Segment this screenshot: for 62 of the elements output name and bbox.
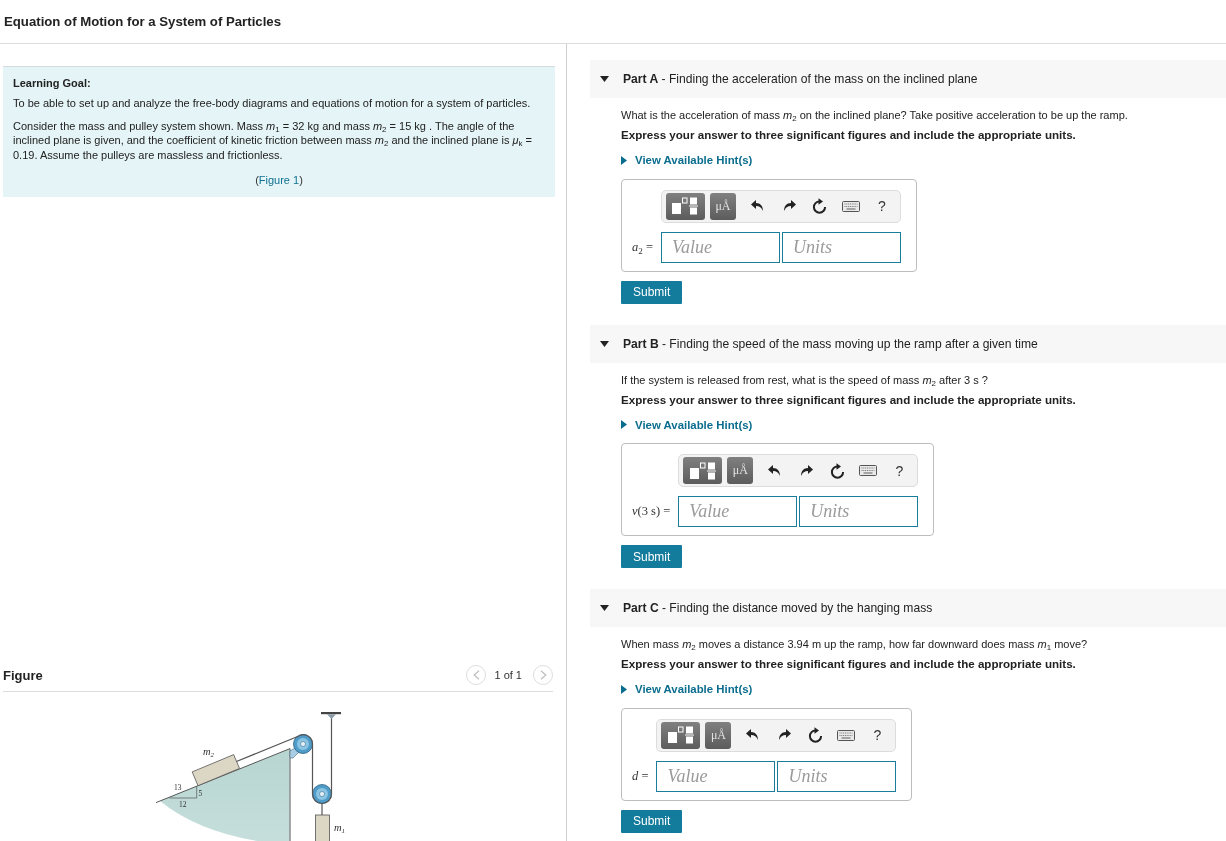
instruction-text: Express your answer to three significant figures and include the appropriate units.: [621, 127, 1077, 143]
undo-icon: [750, 200, 765, 212]
answer-variable-label: a$_{2}$ =: [632, 239, 653, 255]
part-header[interactable]: Part B - Finding the speed of the mass moving up the ramp after a given time: [590, 324, 1226, 363]
reset-icon: [807, 727, 823, 743]
learning-goal-text: Consider the mass and pulley system shown. Mass m$_{1}$ = 32 kg and mass m$_{2}$ = 15 kg . The angle of the inclined plane is given, and the coefficient of kinetic friction between mass m$_{2}$ and the inclined plane is μ$_{k}$ = 0.19. Assume the pulleys are massless and frictionless.: [13, 118, 533, 162]
instruction-text: Express your answer to three significant figures and include the appropriate units.: [621, 656, 1077, 672]
figure-reference: (Figure 1): [254, 173, 304, 188]
mass-label: m$_{2}$: [203, 746, 215, 759]
redo-icon: [799, 464, 814, 477]
hint-link[interactable]: View Available Hint(s): [621, 681, 753, 697]
template-icon: [688, 461, 717, 480]
question-text: If the system is released from rest, what is the speed of mass m$_{2}$ after 3 s ?: [621, 372, 989, 388]
units-field[interactable]: Units: [799, 496, 919, 527]
hint-link[interactable]: View Available Hint(s): [621, 152, 753, 168]
reset-icon: [829, 462, 845, 479]
help-button[interactable]: ?: [888, 459, 911, 482]
page-title: Equation of Motion for a System of Particles: [4, 14, 281, 29]
units-button[interactable]: μÅ: [705, 721, 732, 749]
units-button[interactable]: μÅ: [727, 457, 754, 484]
submit-button[interactable]: Submit: [621, 545, 683, 568]
template-icon: [666, 726, 695, 744]
figure-counter: 1 of 1: [494, 669, 522, 681]
chevron-right-icon: [539, 670, 547, 680]
figure-heading: Figure: [3, 667, 43, 683]
templates-button[interactable]: [683, 457, 723, 484]
learning-goal-heading: Learning Goal:: [13, 76, 92, 91]
answer-variable-label: d =: [632, 768, 649, 784]
keyboard-icon: [841, 200, 860, 212]
submit-button[interactable]: Submit: [621, 809, 683, 833]
hint-link[interactable]: View Available Hint(s): [621, 416, 753, 433]
undo-icon: [746, 729, 761, 741]
templates-button[interactable]: [661, 721, 701, 749]
help-button[interactable]: ?: [870, 195, 893, 217]
part-header[interactable]: Part A - Finding the acceleration of the mass on the inclined plane: [590, 60, 1226, 98]
learning-goal-text: To be able to set up and analyze the free-body diagrams and equations of motion for a system of particles.: [13, 96, 532, 111]
undo-icon: [768, 464, 783, 477]
keyboard-icon: [837, 729, 856, 741]
question-text: What is the acceleration of mass m$_{2}$ on the inclined plane? Take positive acceleration to be up the ramp.: [621, 108, 1129, 123]
answer-variable-label: v(3 s) =: [632, 504, 671, 519]
submit-button[interactable]: Submit: [621, 280, 683, 304]
chevron-left-icon: [472, 670, 480, 680]
caret-icon: [621, 155, 627, 165]
templates-button[interactable]: [665, 192, 705, 220]
question-text: When mass m$_{2}$ moves a distance 3.94 m up the ramp, how far downward does mass m$_{1}$ move?: [621, 637, 1089, 652]
value-field[interactable]: Value: [660, 231, 780, 263]
units-field[interactable]: Units: [781, 231, 901, 263]
value-field[interactable]: Value: [656, 760, 776, 792]
instruction-text: Express your answer to three significant figures and include the appropriate units.: [621, 391, 1077, 408]
units-field[interactable]: Units: [777, 760, 897, 792]
part-header[interactable]: Part C - Finding the distance moved by the hanging mass: [590, 589, 1226, 627]
value-field[interactable]: Value: [678, 496, 798, 527]
template-icon: [671, 197, 700, 215]
redo-icon: [777, 729, 792, 741]
caret-icon: [621, 684, 627, 694]
help-button[interactable]: ?: [866, 724, 889, 746]
redo-icon: [781, 200, 796, 212]
mass-label: m$_{1}$: [334, 822, 346, 835]
caret-icon: [621, 420, 627, 429]
keyboard-icon: [859, 465, 878, 476]
reset-icon: [812, 198, 828, 214]
units-button[interactable]: μÅ: [709, 192, 736, 220]
